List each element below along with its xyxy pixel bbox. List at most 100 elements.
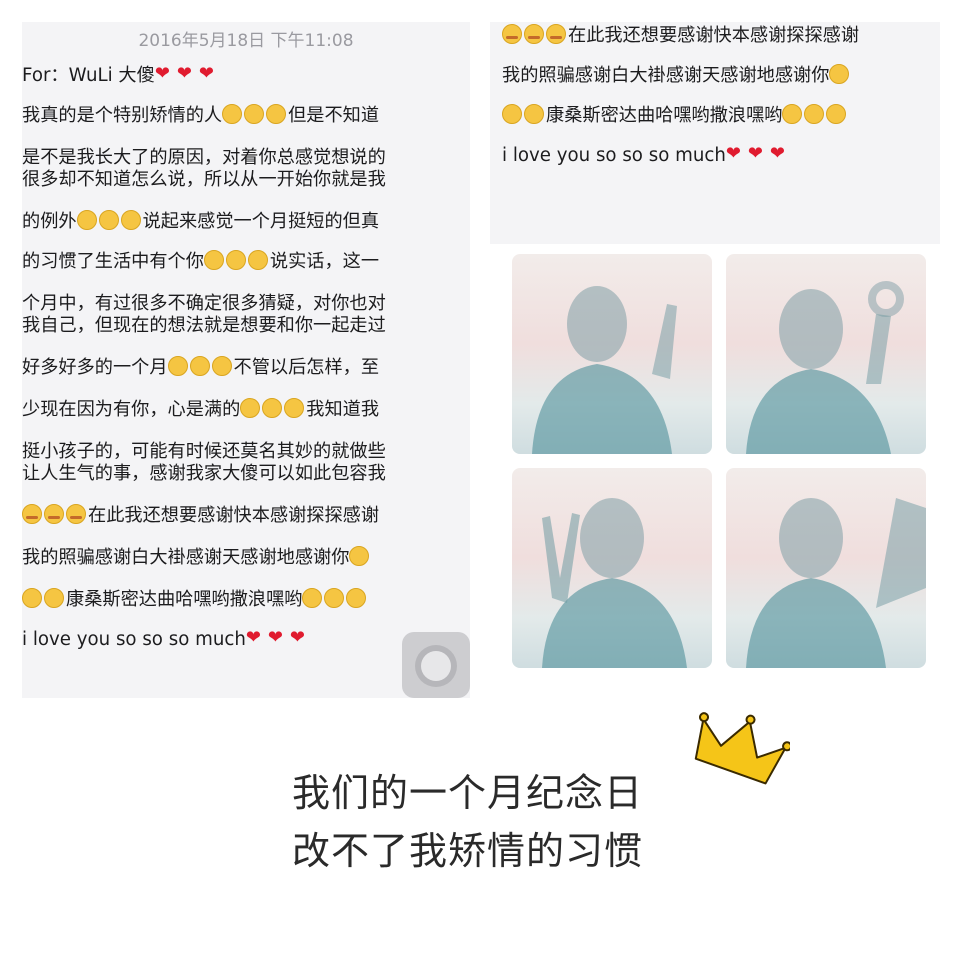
photo-thumbnail[interactable]: [726, 468, 926, 668]
shadow-selfie-ok-sign: [746, 281, 904, 454]
message-line: 让人生气的事，感谢我家大傻可以如此包容我: [22, 462, 386, 486]
message-text: 但是不知道: [288, 105, 380, 126]
message-text: 康桑斯密达曲哈嘿哟撒浪嘿哟: [546, 105, 783, 126]
message-text: 少现在因为有你，心是满的: [22, 399, 241, 420]
photo-thumbnail[interactable]: [512, 254, 712, 454]
assistive-touch-button[interactable]: [402, 632, 470, 698]
nerd-emoji: [302, 588, 323, 608]
message-line: For：WuLi 大傻: [22, 62, 221, 88]
message-text: i love you so so so much: [502, 145, 726, 166]
flushed-emoji: [222, 104, 243, 124]
message-text: 挺小孩子的，可能有时候还莫名其妙的就做些: [22, 441, 386, 462]
red-heart-emoji: [726, 142, 746, 166]
tongue-emoji: [189, 356, 210, 376]
message-text: 在此我还想要感谢快本感谢探探感谢: [568, 25, 860, 46]
joy-emoji: [502, 104, 522, 124]
caption-line-1: 我们的一个月纪念日: [292, 771, 644, 815]
message-line: 的习惯了生活中有个你 说实话，这一: [22, 250, 379, 274]
message-line: 在此我还想要感谢快本感谢探探感谢: [502, 24, 859, 48]
message-text: 我自己，但现在的想法就是想要和你一起走过: [22, 315, 386, 336]
joy-emoji: [349, 546, 370, 566]
joy-emoji: [524, 104, 544, 124]
message-line: i love you so so so much: [22, 626, 312, 652]
message-text: 康桑斯密达曲哈嘿哟撒浪嘿哟: [66, 589, 303, 610]
red-heart-emoji: [268, 626, 288, 650]
message-text: 的例外: [22, 211, 77, 232]
red-heart-emoji: [290, 626, 310, 650]
shadow-selfie-peace-sign: [542, 498, 687, 668]
tongue-emoji: [167, 356, 188, 376]
message-line: 的例外 说起来感觉一个月挺短的但真: [22, 210, 379, 234]
crown-icon: [694, 712, 790, 785]
blush-emoji: [44, 504, 64, 524]
grimace-emoji: [120, 210, 141, 230]
message-line: 我的照骗感谢白大褂感谢天感谢地感谢你: [22, 546, 371, 570]
blush-emoji: [524, 24, 544, 44]
blush-emoji: [546, 24, 566, 44]
right-chat-screenshot: 在此我还想要感谢快本感谢探探感谢 我的照骗感谢白大褂感谢天感谢地感谢你 康桑斯密…: [490, 22, 940, 698]
grimace-emoji: [76, 210, 97, 230]
photo-thumbnail[interactable]: [726, 254, 926, 454]
message-text: 个月中，有过很多不确定很多猜疑，对你也对: [22, 293, 386, 314]
message-text: 很多却不知道怎么说，所以从一开始你就是我: [22, 169, 386, 190]
relieved-emoji: [203, 250, 224, 270]
relieved-emoji: [225, 250, 246, 270]
nerd-emoji: [804, 104, 825, 124]
message-text: i love you so so so much: [22, 629, 246, 650]
photo-grid: [490, 244, 940, 698]
joy-emoji: [829, 64, 850, 84]
heart-eyes-emoji: [177, 62, 197, 86]
blush-emoji: [66, 504, 86, 524]
message-line: 我的照骗感谢白大褂感谢天感谢地感谢你: [502, 64, 851, 88]
message-text: 好多好多的一个月: [22, 357, 168, 378]
red-heart-emoji: [770, 142, 790, 166]
kiss-emoji: [262, 398, 283, 418]
nerd-emoji: [324, 588, 345, 608]
message-text: 在此我还想要感谢快本感谢探探感谢: [88, 505, 380, 526]
heart-eyes-emoji: [199, 62, 219, 86]
message-text: 我的照骗感谢白大褂感谢天感谢地感谢你: [502, 65, 830, 86]
message-line: 在此我还想要感谢快本感谢探探感谢: [22, 504, 379, 528]
message-line: 很多却不知道怎么说，所以从一开始你就是我: [22, 168, 386, 192]
flushed-emoji: [266, 104, 287, 124]
message-line: 康桑斯密达曲哈嘿哟撒浪嘿哟: [502, 104, 848, 128]
message-line: i love you so so so much: [502, 142, 792, 168]
message-text: 说起来感觉一个月挺短的但真: [142, 211, 380, 232]
caption-line-2: 改不了我矫情的习惯: [292, 829, 644, 873]
kiss-emoji: [240, 398, 261, 418]
message-text: 我真的是个特别矫情的人: [22, 105, 223, 126]
flushed-emoji: [244, 104, 265, 124]
tongue-emoji: [211, 356, 232, 376]
red-heart-emoji: [246, 626, 266, 650]
message-timestamp: 2016年5月18日 下午11:08: [138, 31, 354, 51]
relieved-emoji: [247, 250, 268, 270]
joy-emoji: [22, 588, 42, 608]
nerd-emoji: [782, 104, 803, 124]
message-text: 我知道我: [306, 399, 380, 420]
kiss-emoji: [284, 398, 305, 418]
message-text: 不管以后怎样，至: [233, 357, 380, 378]
message-line: 少现在因为有你，心是满的 我知道我: [22, 398, 379, 422]
message-line: 我自己，但现在的想法就是想要和你一起走过: [22, 314, 386, 338]
message-text: For：WuLi 大傻: [22, 65, 155, 86]
message-line: 我真的是个特别矫情的人 但是不知道: [22, 104, 379, 128]
photo-thumbnail[interactable]: [512, 468, 712, 668]
message-line: 康桑斯密达曲哈嘿哟撒浪嘿哟: [22, 588, 368, 612]
message-text: 让人生气的事，感谢我家大傻可以如此包容我: [22, 463, 386, 484]
message-line: 挺小孩子的，可能有时候还莫名其妙的就做些: [22, 440, 386, 464]
shadow-selfie-pointing: [532, 286, 677, 454]
message-text: 说实话，这一: [269, 251, 380, 272]
blush-emoji: [22, 504, 42, 524]
grimace-emoji: [98, 210, 119, 230]
heart-eyes-emoji: [155, 62, 175, 86]
red-heart-emoji: [748, 142, 768, 166]
message-text: 是不是我长大了的原因，对着你总感觉想说的: [22, 147, 386, 168]
nerd-emoji: [826, 104, 847, 124]
message-line: 好多好多的一个月 不管以后怎样，至: [22, 356, 379, 380]
shadow-selfie-wave: [746, 498, 926, 668]
blush-emoji: [502, 24, 522, 44]
message-line: 是不是我长大了的原因，对着你总感觉想说的: [22, 146, 386, 170]
message-line: 个月中，有过很多不确定很多猜疑，对你也对: [22, 292, 386, 316]
nerd-emoji: [346, 588, 367, 608]
joy-emoji: [44, 588, 64, 608]
